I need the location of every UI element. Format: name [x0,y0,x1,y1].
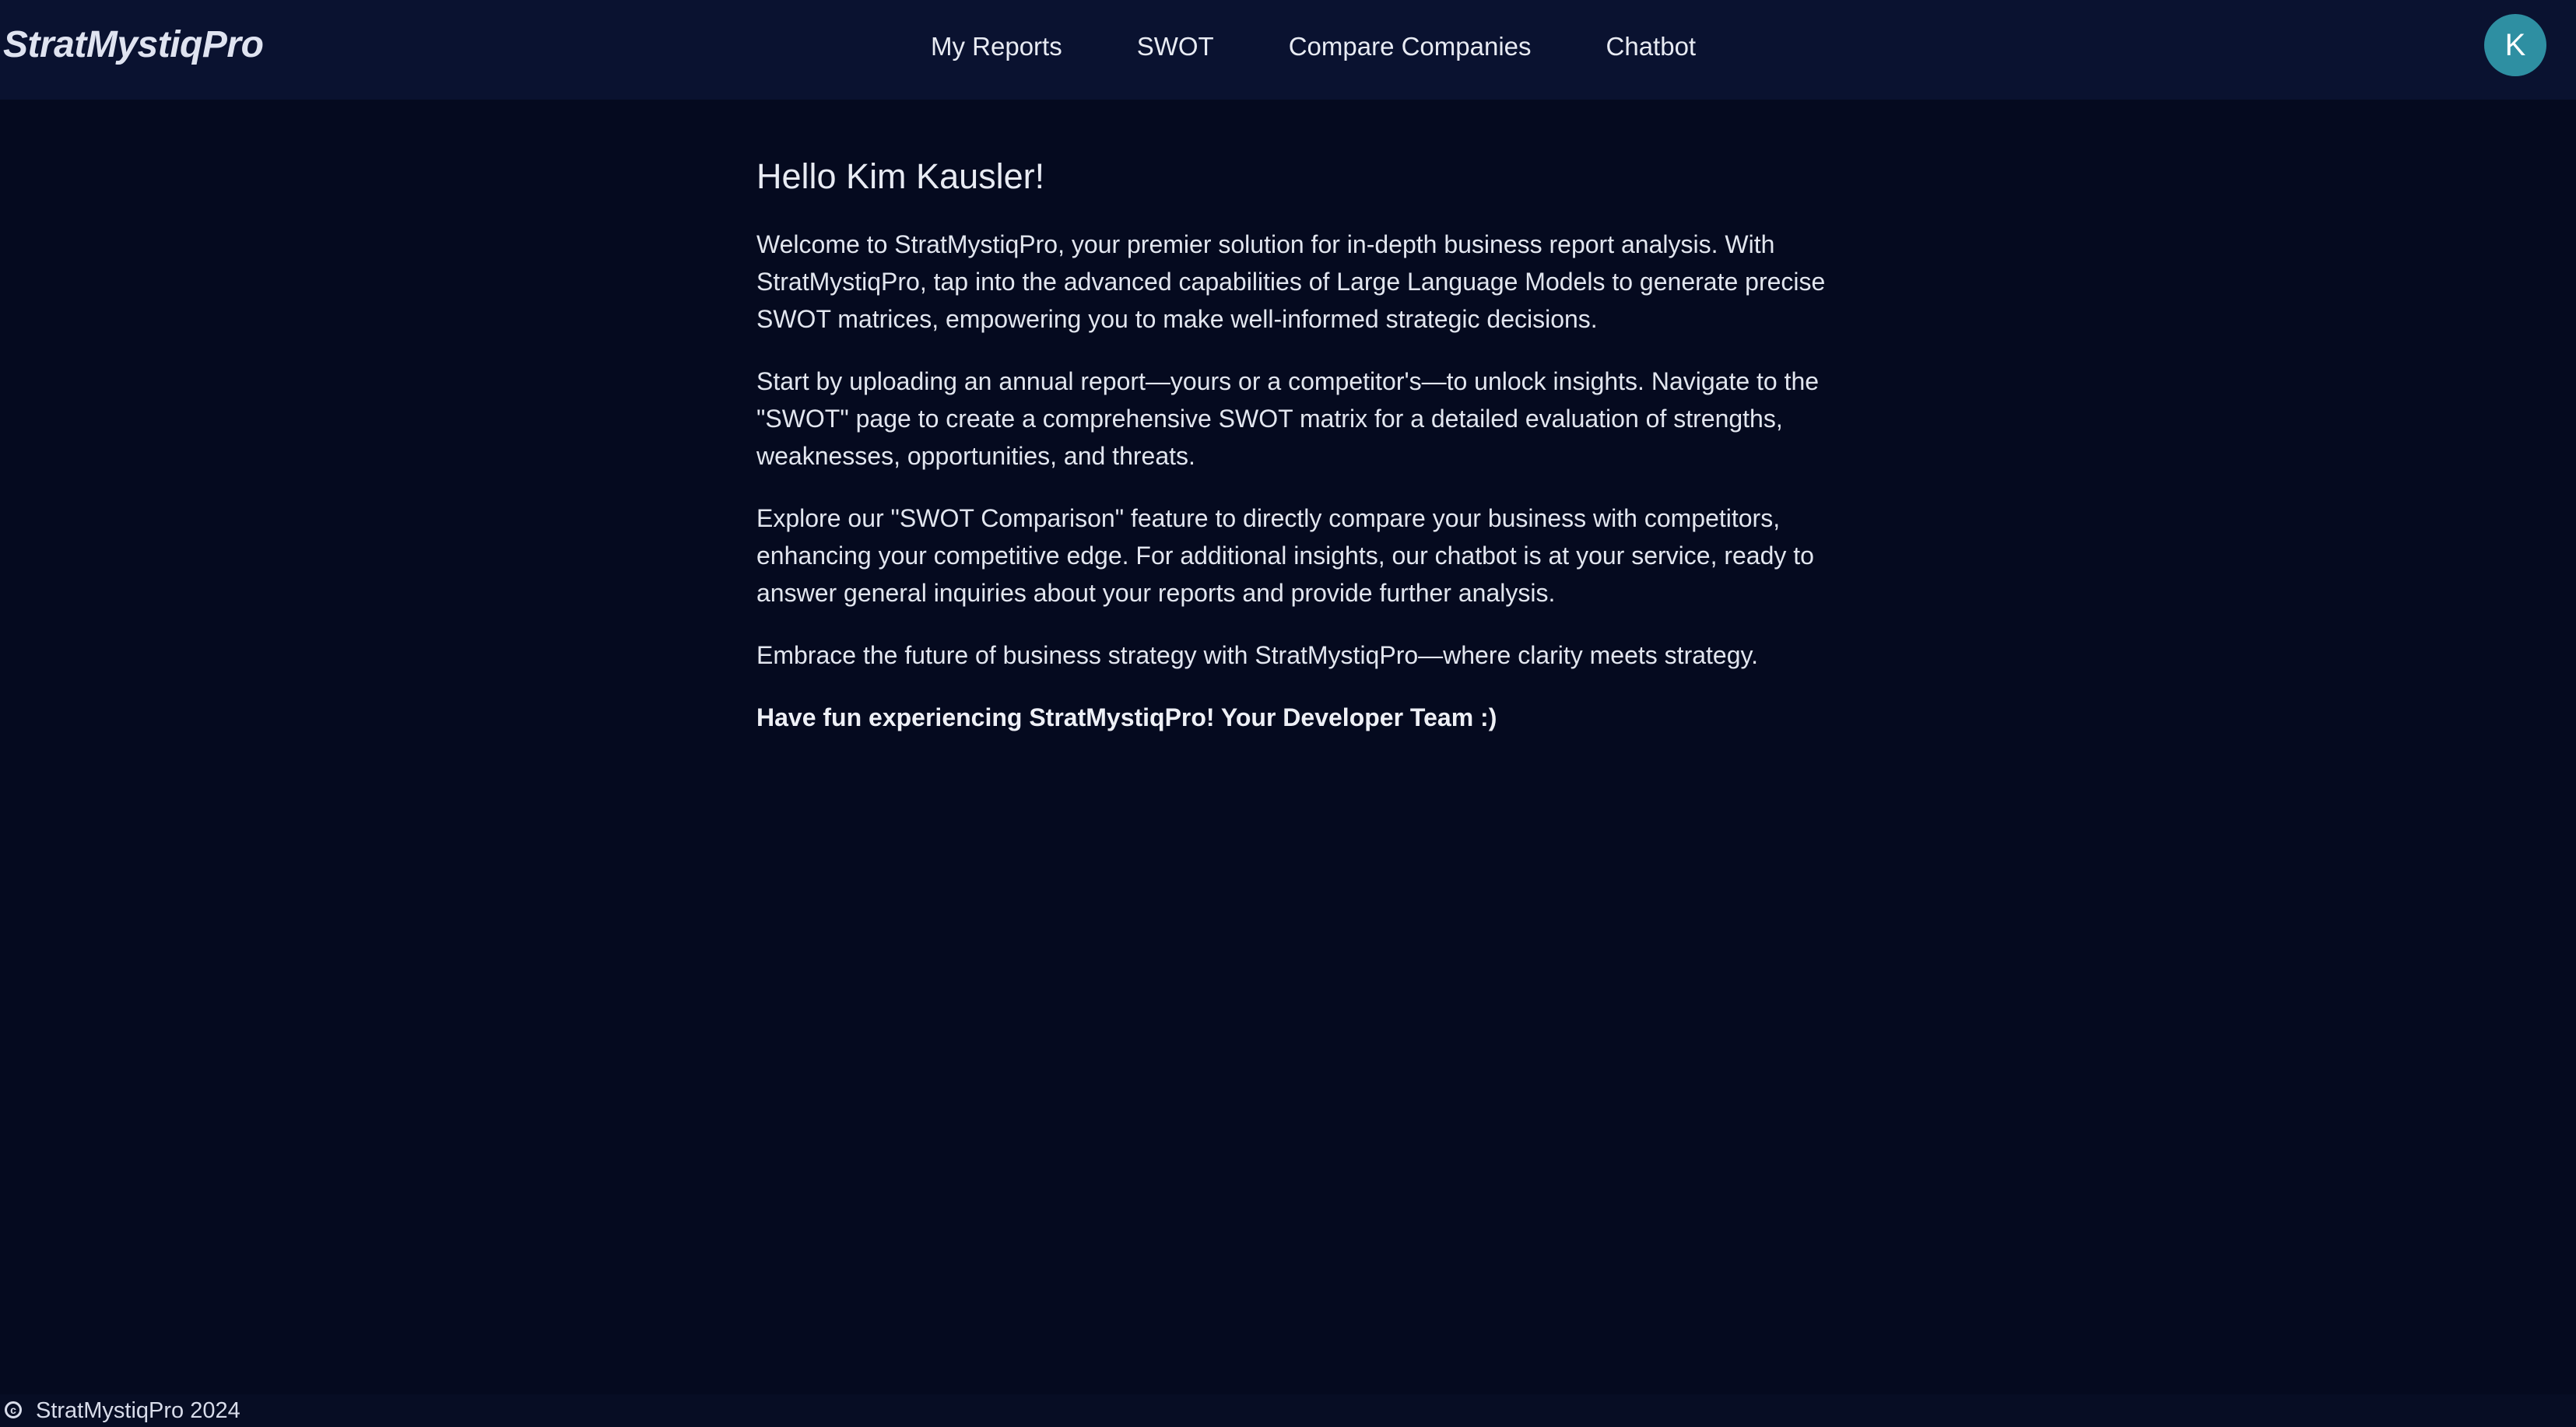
top-navbar: StratMystiqPro My Reports SWOT Compare C… [0,0,2576,100]
intro-paragraph: Welcome to StratMystiqPro, your premier … [756,230,1826,333]
comparison-paragraph: Explore our "SWOT Comparison" feature to… [756,504,1814,607]
copyright-icon: c [5,1401,22,1418]
strategy-paragraph: Embrace the future of business strategy … [756,641,1759,669]
page-title: Hello Kim Kausler! [756,156,1045,196]
nav-item-my-reports[interactable]: My Reports [931,23,1062,70]
closing-message: Have fun experiencing StratMystiqPro! Yo… [756,703,1497,731]
welcome-content: Hello Kim Kausler! Welcome to StratMysti… [756,153,1830,761]
main-nav: My Reports SWOT Compare Companies Chatbo… [931,23,1696,70]
nav-item-swot[interactable]: SWOT [1137,23,1214,70]
user-avatar[interactable]: K [2484,14,2546,76]
nav-item-compare-companies[interactable]: Compare Companies [1289,23,1532,70]
footer-text: StratMystiqPro 2024 [36,1398,240,1423]
upload-paragraph: Start by uploading an annual report—your… [756,367,1820,470]
footer: c StratMystiqPro 2024 [0,1394,2576,1427]
nav-item-chatbot[interactable]: Chatbot [1606,23,1697,70]
brand-logo[interactable]: StratMystiqPro [3,20,264,70]
